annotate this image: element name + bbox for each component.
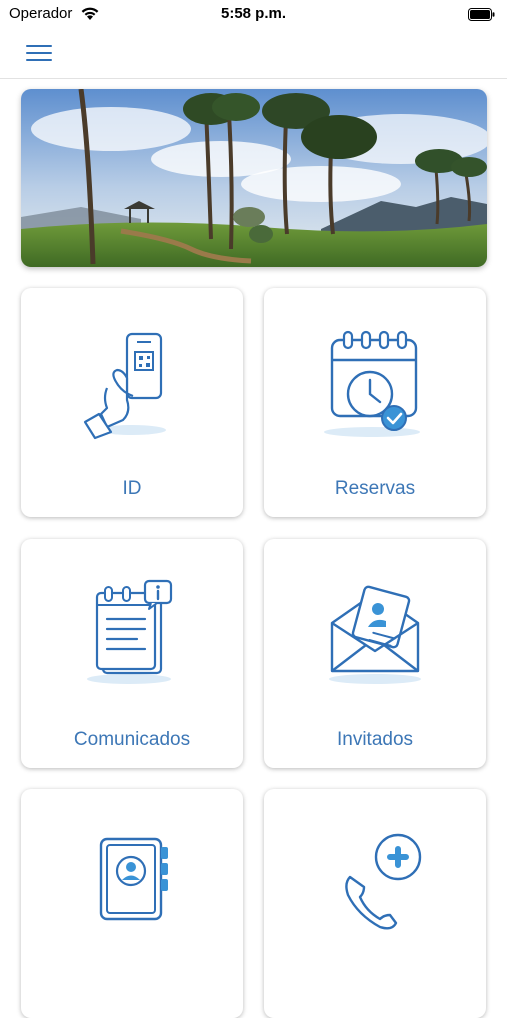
phone-medical-icon <box>345 833 422 930</box>
hamburger-menu-icon[interactable] <box>24 42 54 64</box>
tile-reservas[interactable]: Reservas <box>264 288 486 517</box>
tile-label: ID <box>122 478 142 499</box>
calendar-clock-check-icon <box>324 330 420 437</box>
tile-emergency[interactable] <box>264 789 486 1018</box>
tile-comunicados[interactable]: Comunicados <box>21 539 243 768</box>
tile-id[interactable]: ID <box>21 288 243 517</box>
hero-banner-image <box>21 89 487 267</box>
tile-label: Comunicados <box>73 729 191 750</box>
tile-label: Reservas <box>334 478 416 499</box>
clock: 5:58 p.m. <box>220 5 287 22</box>
tile-invitados[interactable]: Invitados <box>264 539 486 768</box>
status-bar: Operador 5:58 p.m. <box>0 0 507 30</box>
navigation-bar <box>0 30 507 79</box>
address-book-icon <box>99 837 168 921</box>
phone-qr-hand-icon <box>83 332 166 440</box>
tile-label: Invitados <box>336 729 414 750</box>
battery-icon <box>468 8 495 21</box>
tile-directory[interactable] <box>21 789 243 1018</box>
notepad-info-icon <box>87 579 173 684</box>
envelope-contact-icon <box>329 585 421 684</box>
